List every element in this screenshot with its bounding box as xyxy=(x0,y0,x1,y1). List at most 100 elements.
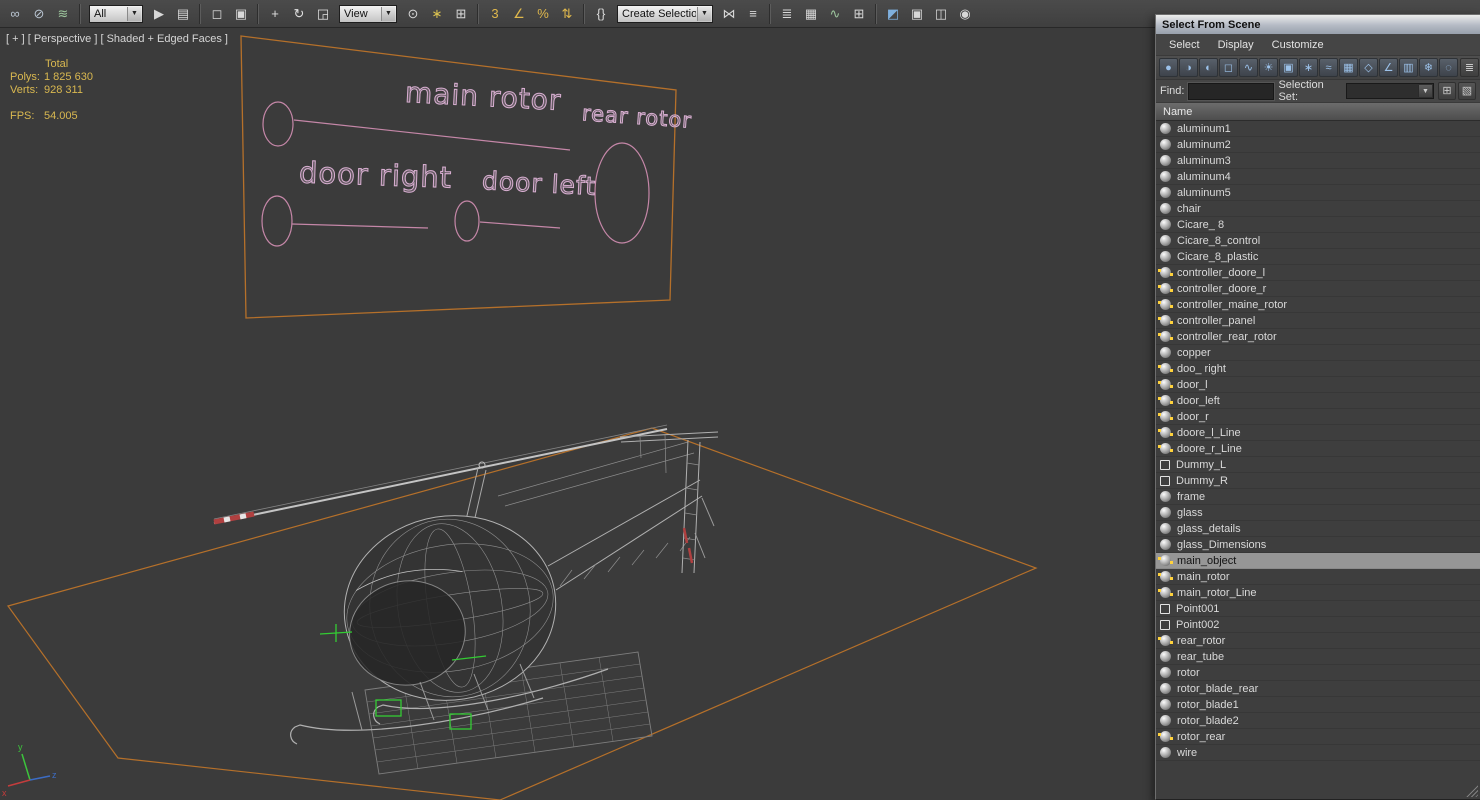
window-crossing-icon[interactable]: ▣ xyxy=(230,3,252,25)
list-item[interactable]: controller_maine_rotor xyxy=(1156,297,1480,313)
list-view-icon[interactable]: ≣ xyxy=(1460,58,1479,77)
display-none-icon[interactable]: ◑ xyxy=(1179,58,1198,77)
spinner-snap-icon[interactable]: ⇅ xyxy=(556,3,578,25)
helicopter-wireframe[interactable] xyxy=(213,424,719,745)
display-all-icon[interactable]: ● xyxy=(1159,58,1178,77)
list-item[interactable]: controller_doore_l xyxy=(1156,265,1480,281)
selection-set-combo[interactable]: ▼ xyxy=(1346,83,1434,99)
curve-editor-icon[interactable]: ∿ xyxy=(824,3,846,25)
list-item[interactable]: door_left xyxy=(1156,393,1480,409)
menu-customize[interactable]: Customize xyxy=(1263,37,1333,53)
list-item[interactable]: aluminum1 xyxy=(1156,121,1480,137)
list-item[interactable]: rear_tube xyxy=(1156,649,1480,665)
ribbon-toggle-icon[interactable]: ▦ xyxy=(800,3,822,25)
display-xrefs-icon[interactable]: ◇ xyxy=(1359,58,1378,77)
viewport[interactable]: y x z [ + ] [ Perspective ] [ Shaded + E… xyxy=(0,28,1153,800)
dialog-titlebar[interactable]: Select From Scene xyxy=(1156,15,1480,34)
render-production-icon[interactable]: ◉ xyxy=(954,3,976,25)
list-item[interactable]: wire xyxy=(1156,745,1480,761)
reference-coordinate-combo[interactable]: View ▼ xyxy=(339,4,397,23)
unlink-selection-icon[interactable]: ⊘ xyxy=(28,3,50,25)
list-item[interactable]: aluminum2 xyxy=(1156,137,1480,153)
list-item[interactable]: rotor_rear xyxy=(1156,729,1480,745)
display-hidden-icon[interactable]: ◌ xyxy=(1439,58,1458,77)
list-item[interactable]: glass_details xyxy=(1156,521,1480,537)
select-and-manipulate-icon[interactable]: ∗ xyxy=(426,3,448,25)
menu-display[interactable]: Display xyxy=(1209,37,1263,53)
name-column-header[interactable]: Name xyxy=(1156,103,1480,121)
list-item[interactable]: doo_ right xyxy=(1156,361,1480,377)
list-item[interactable]: controller_panel xyxy=(1156,313,1480,329)
layer-manager-icon[interactable]: ≣ xyxy=(776,3,798,25)
list-item[interactable]: glass_Dimensions xyxy=(1156,537,1480,553)
list-item[interactable]: Cicare_8_plastic xyxy=(1156,249,1480,265)
list-item[interactable]: copper xyxy=(1156,345,1480,361)
list-item[interactable]: controller_rear_rotor xyxy=(1156,329,1480,345)
list-item[interactable]: Point001 xyxy=(1156,601,1480,617)
edit-selection-set-icon[interactable]: ▧ xyxy=(1458,82,1476,100)
list-item[interactable]: main_object xyxy=(1156,553,1480,569)
select-and-rotate-icon[interactable]: ↻ xyxy=(288,3,310,25)
list-item[interactable]: Cicare_8_control xyxy=(1156,233,1480,249)
list-item[interactable]: chair xyxy=(1156,201,1480,217)
list-item[interactable]: rotor_blade_rear xyxy=(1156,681,1480,697)
list-item[interactable]: rotor xyxy=(1156,665,1480,681)
viewport-scene[interactable]: y x z xyxy=(0,28,1153,800)
chevron-down-icon[interactable]: ▼ xyxy=(127,6,141,21)
render-setup-icon[interactable]: ▣ xyxy=(906,3,928,25)
schematic-view-icon[interactable]: ⊞ xyxy=(848,3,870,25)
select-and-move-icon[interactable]: + xyxy=(264,3,286,25)
find-input[interactable] xyxy=(1188,82,1275,100)
list-item[interactable]: door_l xyxy=(1156,377,1480,393)
angle-snap-icon[interactable]: ∠ xyxy=(508,3,530,25)
select-and-scale-icon[interactable]: ◲ xyxy=(312,3,334,25)
display-shapes-icon[interactable]: ∿ xyxy=(1239,58,1258,77)
create-selection-set-icon[interactable]: ⊞ xyxy=(1438,82,1456,100)
material-editor-icon[interactable]: ◩ xyxy=(882,3,904,25)
menu-select[interactable]: Select xyxy=(1160,37,1209,53)
list-item[interactable]: Dummy_R xyxy=(1156,473,1480,489)
mirror-icon[interactable]: ⋈ xyxy=(718,3,740,25)
use-pivot-center-icon[interactable]: ⊙ xyxy=(402,3,424,25)
snap-toggle-3d-icon[interactable]: 3 xyxy=(484,3,506,25)
resize-grip[interactable] xyxy=(1465,784,1478,797)
chevron-down-icon[interactable]: ▼ xyxy=(697,6,711,21)
select-object-icon[interactable]: ▶ xyxy=(148,3,170,25)
selection-filter-combo[interactable]: All ▼ xyxy=(89,4,143,23)
list-item[interactable]: aluminum3 xyxy=(1156,153,1480,169)
edit-named-selections-icon[interactable]: {} xyxy=(590,3,612,25)
display-invert-icon[interactable]: ◐ xyxy=(1199,58,1218,77)
display-containers-icon[interactable]: ▥ xyxy=(1399,58,1418,77)
list-item[interactable]: doore_l_Line xyxy=(1156,425,1480,441)
named-selection-combo[interactable]: Create Selection Se▼ xyxy=(617,4,713,23)
rectangular-selection-icon[interactable]: ◻ xyxy=(206,3,228,25)
list-item[interactable]: rear_rotor xyxy=(1156,633,1480,649)
list-item[interactable]: Cicare_ 8 xyxy=(1156,217,1480,233)
scene-object-list[interactable]: aluminum1 aluminum2 aluminum3 aluminum4 alum… xyxy=(1156,121,1480,799)
rendered-frame-icon[interactable]: ◫ xyxy=(930,3,952,25)
display-space-warps-icon[interactable]: ≈ xyxy=(1319,58,1338,77)
list-item[interactable]: aluminum4 xyxy=(1156,169,1480,185)
list-item[interactable]: Dummy_L xyxy=(1156,457,1480,473)
list-item[interactable]: rotor_blade1 xyxy=(1156,697,1480,713)
display-lights-icon[interactable]: ☀ xyxy=(1259,58,1278,77)
list-item[interactable]: main_rotor xyxy=(1156,569,1480,585)
list-item[interactable]: aluminum5 xyxy=(1156,185,1480,201)
display-bones-icon[interactable]: ∠ xyxy=(1379,58,1398,77)
list-item[interactable]: frame xyxy=(1156,489,1480,505)
chevron-down-icon[interactable]: ▼ xyxy=(1418,85,1432,97)
list-item[interactable]: rotor_blade2 xyxy=(1156,713,1480,729)
bind-to-space-warp-icon[interactable]: ≋ xyxy=(52,3,74,25)
display-geometry-icon[interactable]: ◻ xyxy=(1219,58,1238,77)
list-item[interactable]: Point002 xyxy=(1156,617,1480,633)
list-item[interactable]: controller_doore_r xyxy=(1156,281,1480,297)
display-helpers-icon[interactable]: ∗ xyxy=(1299,58,1318,77)
display-frozen-icon[interactable]: ❄ xyxy=(1419,58,1438,77)
display-groups-icon[interactable]: ▦ xyxy=(1339,58,1358,77)
select-by-name-icon[interactable]: ▤ xyxy=(172,3,194,25)
list-item[interactable]: doore_r_Line xyxy=(1156,441,1480,457)
list-item[interactable]: main_rotor_Line xyxy=(1156,585,1480,601)
list-item[interactable]: door_r xyxy=(1156,409,1480,425)
display-cameras-icon[interactable]: ▣ xyxy=(1279,58,1298,77)
keyboard-override-icon[interactable]: ⊞ xyxy=(450,3,472,25)
